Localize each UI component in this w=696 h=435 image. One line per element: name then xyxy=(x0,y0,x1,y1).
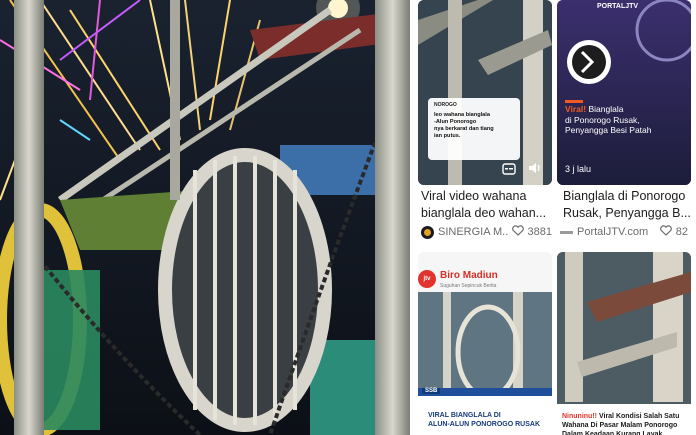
overlay-brand: PORTALJTV xyxy=(597,3,639,10)
channel-avatar-icon[interactable] xyxy=(421,225,434,239)
thumbnail-image xyxy=(557,0,691,185)
thumbnail-image xyxy=(418,0,552,185)
overlay-caption: leo wahana bianglala -Alun Ponorogo nya … xyxy=(434,112,494,139)
post-age: 3 j lalu xyxy=(565,164,592,174)
heart-icon[interactable] xyxy=(659,225,672,239)
channel-name[interactable]: PortalJTV.com xyxy=(577,226,656,238)
like-count: 3881 xyxy=(527,226,552,238)
thumbnail-image xyxy=(557,252,691,435)
overlay-tagline: Suguhan Sepincuk Berita xyxy=(440,283,497,289)
channel-name[interactable]: SINERGIA M... xyxy=(438,226,508,238)
overlay-headline: VIRAL BIANGLALA DI ALUN-ALUN PONOROGO RU… xyxy=(428,412,540,428)
channel-avatar-icon[interactable] xyxy=(560,230,573,234)
overlay-brand: NOROGO xyxy=(434,102,457,108)
video-title[interactable]: Bianglala di Ponorogo Rusak, Penyangga B… xyxy=(563,188,691,222)
video-thumbnail[interactable]: PORTALJTV Viral! Bianglala di Ponorogo R… xyxy=(557,0,691,185)
video-card[interactable]: PORTALJTV Viral! Bianglala di Ponorogo R… xyxy=(557,0,696,245)
captions-icon[interactable] xyxy=(502,162,516,180)
jtv-logo: jtv xyxy=(418,270,436,288)
video-card[interactable]: Ninuninu!! Viral Kondisi Salah Satu Waha… xyxy=(557,252,696,435)
video-meta: PortalJTV.com 82 xyxy=(560,225,688,239)
overlay-brand: Biro Madiun xyxy=(440,270,498,281)
ferris-wheel-photo xyxy=(0,0,410,435)
overlay-headline: Ninuninu!! Viral Kondisi Salah Satu Waha… xyxy=(562,413,680,435)
related-videos-grid: NOROGO leo wahana bianglala -Alun Ponoro… xyxy=(418,0,696,435)
video-thumbnail[interactable]: jtv Biro Madiun Suguhan Sepincuk Berita … xyxy=(418,252,552,435)
program-badge: SSB xyxy=(422,388,441,394)
hero-video-preview[interactable] xyxy=(0,0,410,435)
video-title[interactable]: Viral video wahana bianglala deo wahan..… xyxy=(421,188,546,222)
video-card[interactable]: NOROGO leo wahana bianglala -Alun Ponoro… xyxy=(418,0,552,245)
video-card[interactable]: jtv Biro Madiun Suguhan Sepincuk Berita … xyxy=(418,252,552,435)
video-thumbnail[interactable]: Ninuninu!! Viral Kondisi Salah Satu Waha… xyxy=(557,252,691,435)
like-count: 82 xyxy=(675,226,688,238)
overlay-headline: Viral! Bianglala di Ponorogo Rusak, Peny… xyxy=(565,104,652,135)
video-thumbnail[interactable]: NOROGO leo wahana bianglala -Alun Ponoro… xyxy=(418,0,552,185)
video-meta: SINERGIA M... 3881 xyxy=(421,225,552,239)
volume-icon[interactable] xyxy=(528,161,542,180)
heart-icon[interactable] xyxy=(511,225,524,239)
